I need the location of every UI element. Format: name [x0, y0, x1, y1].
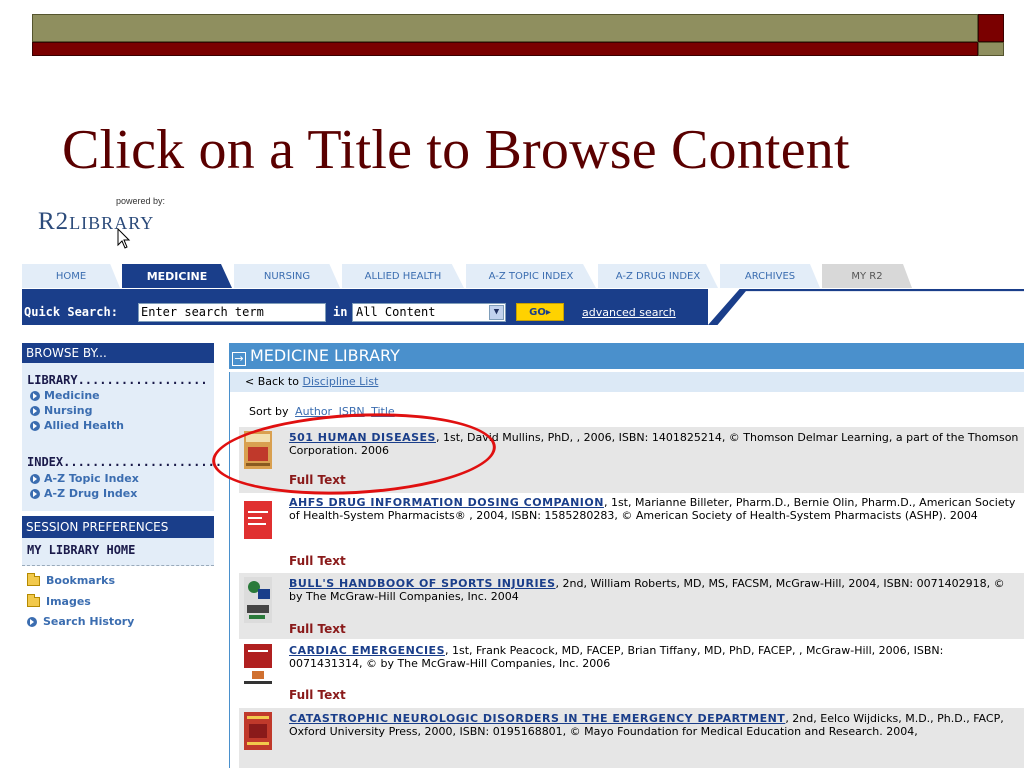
book-list-item: BULL'S HANDBOOK OF SPORTS INJURIES, 2nd,… — [239, 573, 1024, 639]
book-list-item: AHFS DRUG INFORMATION DOSING COMPANION, … — [239, 493, 1024, 571]
tab-my-r2[interactable]: MY R2 — [822, 264, 912, 288]
tab-a-z-topic-index[interactable]: A-Z TOPIC INDEX — [466, 264, 596, 288]
tab-nursing[interactable]: NURSING — [234, 264, 340, 288]
folder-icon — [27, 593, 40, 607]
book-list-item: 501 HUMAN DISEASES, 1st, David Mullins, … — [239, 427, 1024, 493]
book-title-link[interactable]: CARDIAC EMERGENCIES — [289, 644, 445, 657]
back-bar: < Back to Discipline List — [229, 372, 1024, 392]
tab-allied-health[interactable]: ALLIED HEALTH — [342, 264, 464, 288]
book-title-link[interactable]: BULL'S HANDBOOK OF SPORTS INJURIES — [289, 577, 556, 590]
sidebar-item-a-z-drug-index[interactable]: A-Z Drug Index — [30, 487, 137, 500]
sort-by-label: Sort by — [249, 405, 289, 418]
full-text-link[interactable]: Full Text — [289, 622, 346, 636]
main-panel-border — [229, 372, 230, 768]
sidebar-item-medicine[interactable]: Medicine — [30, 389, 100, 402]
arrow-bullet-icon — [30, 390, 40, 401]
sidebar-item-label: Bookmarks — [46, 574, 115, 587]
tab-a-z-drug-index[interactable]: A-Z DRUG INDEX — [598, 264, 718, 288]
mouse-cursor-icon — [117, 228, 131, 249]
main-nav-tabs: HOME MEDICINE NURSING ALLIED HEALTH A-Z … — [22, 264, 1024, 288]
tab-medicine[interactable]: MEDICINE — [122, 264, 232, 288]
arrow-bullet-icon — [30, 405, 40, 416]
quick-search-label: Quick Search: — [24, 305, 118, 319]
sidebar-item-label: Nursing — [44, 404, 93, 417]
sort-by-bar: Sort by Author ISBN Title — [249, 405, 395, 418]
sidebar-item-nursing[interactable]: Nursing — [30, 404, 93, 417]
back-prefix: < Back to — [245, 375, 303, 388]
arrow-bullet-icon — [30, 488, 40, 499]
sidebar-item-bookmarks[interactable]: Bookmarks — [27, 572, 115, 587]
sidebar-item-label: Search History — [43, 615, 135, 628]
chevron-down-icon[interactable]: ▼ — [489, 305, 504, 320]
folder-icon — [27, 572, 40, 586]
library-section-label: LIBRARY.................. — [27, 373, 208, 387]
my-library-home-link[interactable]: MY LIBRARY HOME — [22, 538, 214, 566]
arrow-right-icon: → — [232, 352, 246, 366]
quick-search-input[interactable]: Enter search term — [138, 303, 326, 322]
slide-title: Click on a Title to Browse Content — [62, 119, 850, 181]
arrow-bullet-icon — [27, 616, 37, 627]
search-scope-value: All Content — [356, 305, 436, 319]
book-entry-text: BULL'S HANDBOOK OF SPORTS INJURIES, 2nd,… — [289, 577, 1019, 603]
discipline-list-link[interactable]: Discipline List — [302, 375, 378, 388]
medicine-library-header: → MEDICINE LIBRARY — [229, 343, 1024, 369]
sidebar-item-label: Medicine — [44, 389, 100, 402]
book-list-item: CARDIAC EMERGENCIES, 1st, Frank Peacock,… — [239, 640, 1024, 706]
book-list-item: CATASTROPHIC NEUROLOGIC DISORDERS IN THE… — [239, 708, 1024, 768]
sort-title-link[interactable]: Title — [371, 405, 395, 418]
book-cover-thumbnail[interactable] — [244, 712, 272, 750]
sidebar-item-label: Images — [46, 595, 91, 608]
slide-corner-square-accent — [978, 42, 1004, 56]
sort-author-link[interactable]: Author — [295, 405, 332, 418]
session-preferences-header: SESSION PREFERENCES — [22, 516, 214, 538]
sidebar-item-label: A-Z Drug Index — [44, 487, 138, 500]
tab-home[interactable]: HOME — [22, 264, 120, 288]
browse-by-header: BROWSE BY... — [22, 343, 214, 363]
sidebar-item-label: A-Z Topic Index — [44, 472, 139, 485]
book-title-link[interactable]: 501 HUMAN DISEASES — [289, 431, 436, 444]
slide-corner-square — [978, 14, 1004, 42]
arrow-bullet-icon — [30, 420, 40, 431]
quick-search-bar-edge — [708, 289, 1024, 325]
book-title-link[interactable]: AHFS DRUG INFORMATION DOSING COMPANION — [289, 496, 604, 509]
search-scope-label: in — [333, 305, 348, 319]
full-text-link[interactable]: Full Text — [289, 688, 346, 702]
tab-archives[interactable]: ARCHIVES — [720, 264, 820, 288]
powered-by-label: powered by: — [116, 196, 166, 206]
advanced-search-link[interactable]: advanced search — [582, 306, 676, 319]
sidebar-item-a-z-topic-index[interactable]: A-Z Topic Index — [30, 472, 139, 485]
arrow-bullet-icon — [30, 473, 40, 484]
book-entry-text: CARDIAC EMERGENCIES, 1st, Frank Peacock,… — [289, 644, 1019, 670]
book-entry-text: CATASTROPHIC NEUROLOGIC DISORDERS IN THE… — [289, 712, 1019, 738]
sidebar-item-allied-health[interactable]: Allied Health — [30, 419, 124, 432]
book-entry-text: AHFS DRUG INFORMATION DOSING COMPANION, … — [289, 496, 1019, 522]
book-cover-thumbnail[interactable] — [244, 501, 272, 539]
book-cover-thumbnail[interactable] — [244, 644, 272, 684]
index-section-label: INDEX...................... — [27, 455, 223, 469]
go-button[interactable]: GO▸ — [516, 303, 564, 321]
library-header-label: MEDICINE LIBRARY — [250, 346, 400, 365]
logo-wordmark: R2LIBRARY — [38, 208, 155, 235]
book-cover-thumbnail[interactable] — [244, 431, 272, 469]
full-text-link[interactable]: Full Text — [289, 554, 346, 568]
book-title-link[interactable]: CATASTROPHIC NEUROLOGIC DISORDERS IN THE… — [289, 712, 785, 725]
book-entry-text: 501 HUMAN DISEASES, 1st, David Mullins, … — [289, 431, 1019, 457]
sort-isbn-link[interactable]: ISBN — [339, 405, 365, 418]
slide-header-bar — [32, 14, 978, 42]
slide-header-bar-accent — [32, 42, 978, 56]
full-text-link[interactable]: Full Text — [289, 473, 346, 487]
sidebar-item-label: Allied Health — [44, 419, 124, 432]
book-cover-thumbnail[interactable] — [244, 577, 272, 623]
sidebar-item-search-history[interactable]: Search History — [27, 615, 134, 628]
search-scope-select[interactable]: All Content ▼ — [352, 303, 506, 322]
sidebar-item-images[interactable]: Images — [27, 593, 91, 608]
